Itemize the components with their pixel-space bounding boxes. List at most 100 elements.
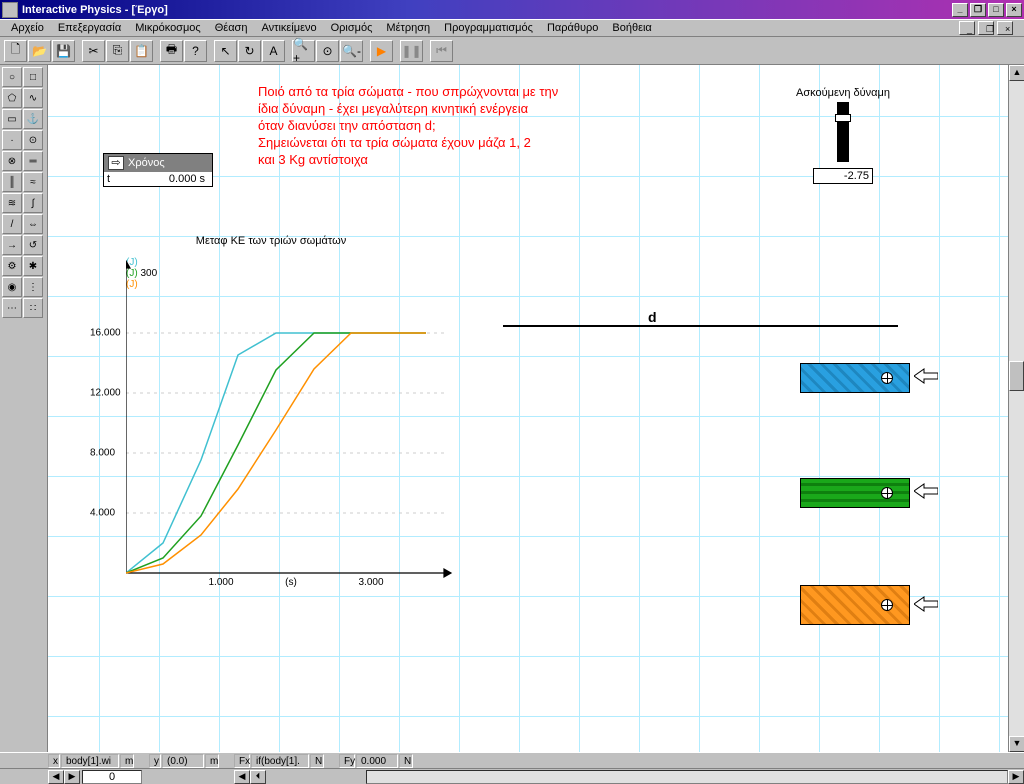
frame-number[interactable]: 0 bbox=[82, 770, 142, 784]
body-2[interactable] bbox=[800, 478, 910, 508]
ytick-4: 4.000 bbox=[90, 508, 115, 519]
text-tool[interactable]: A bbox=[262, 40, 285, 62]
time-expand-icon[interactable]: ⇨ bbox=[108, 156, 124, 170]
menu-script[interactable]: Προγραμματισμός bbox=[437, 20, 540, 36]
print-button[interactable]: 🖶 bbox=[160, 40, 183, 62]
ke-chart[interactable]: Μεταφ ΚΕ των τριών σωμάτων (J) (J) 300 (… bbox=[86, 235, 456, 605]
body-3[interactable] bbox=[800, 585, 910, 625]
status-x-unit: m bbox=[120, 754, 134, 768]
hscroll-step-left-button[interactable]: ⏴ bbox=[250, 770, 266, 784]
title-bar: Interactive Physics - [Έργο] _ ❐ □ × bbox=[0, 0, 1024, 19]
vslot-tool[interactable]: ║ bbox=[2, 172, 22, 192]
paste-button[interactable]: 📋 bbox=[130, 40, 153, 62]
hscroll-left-button[interactable]: ◀ bbox=[234, 770, 250, 784]
menu-define[interactable]: Ορισμός bbox=[324, 20, 380, 36]
pulley-tool[interactable]: ◉ bbox=[2, 277, 22, 297]
run-button[interactable]: ▶ bbox=[370, 40, 393, 62]
actuator-tool[interactable]: ⇔ bbox=[23, 214, 43, 234]
time-var: t bbox=[107, 173, 117, 185]
scroll-thumb[interactable] bbox=[1009, 361, 1024, 391]
force-slider-thumb[interactable] bbox=[835, 114, 851, 122]
doc-minimize-button[interactable]: _ bbox=[959, 21, 975, 35]
scroll-down-button[interactable]: ▼ bbox=[1009, 736, 1024, 752]
close-button[interactable]: × bbox=[1006, 3, 1022, 17]
time-meter[interactable]: ⇨ Χρόνος t 0.000 s bbox=[103, 153, 213, 187]
status-fy-label: Fy bbox=[339, 754, 355, 768]
rod-tool[interactable]: / bbox=[2, 214, 22, 234]
misc-tool-2[interactable]: ⋯ bbox=[2, 298, 22, 318]
doc-restore-button[interactable]: ❐ bbox=[978, 21, 994, 35]
menu-object[interactable]: Αντικείμενο bbox=[254, 20, 323, 36]
time-label: Χρόνος bbox=[128, 157, 165, 169]
restore-button[interactable]: ❐ bbox=[970, 3, 986, 17]
ytick-12: 12.000 bbox=[90, 388, 121, 399]
force-arrow-body-3[interactable] bbox=[914, 595, 938, 613]
cut-button[interactable]: ✂ bbox=[82, 40, 105, 62]
rotate-tool[interactable]: ↻ bbox=[238, 40, 261, 62]
anchor-tool[interactable]: ⚓ bbox=[23, 109, 43, 129]
chart-title: Μεταφ ΚΕ των τριών σωμάτων bbox=[86, 235, 456, 247]
menu-measure[interactable]: Μέτρηση bbox=[379, 20, 437, 36]
joint-tool[interactable]: ⊗ bbox=[2, 151, 22, 171]
open-button[interactable]: 📂 bbox=[28, 40, 51, 62]
square-tool[interactable]: □ bbox=[23, 67, 43, 87]
status-y-value: (0.0) bbox=[162, 754, 204, 768]
help-button[interactable]: ? bbox=[184, 40, 207, 62]
zoom-fit-button[interactable]: ⊙ bbox=[316, 40, 339, 62]
misc-tool-1[interactable]: ⋮ bbox=[23, 277, 43, 297]
misc-tool-3[interactable]: ∷ bbox=[23, 298, 43, 318]
time-value: 0.000 s bbox=[117, 173, 209, 185]
force-control: Ασκούμενη δύναμη -2.75 bbox=[788, 87, 898, 184]
force-tool[interactable]: → bbox=[2, 235, 22, 255]
ytick-8: 8.000 bbox=[90, 448, 115, 459]
doc-close-button[interactable]: × bbox=[997, 21, 1013, 35]
zoom-out-button[interactable]: 🔍- bbox=[340, 40, 363, 62]
force-slider[interactable] bbox=[837, 102, 849, 162]
menu-file[interactable]: Αρχείο bbox=[4, 20, 51, 36]
frame-next-button[interactable]: ▶ bbox=[64, 770, 80, 784]
torque-tool[interactable]: ↺ bbox=[23, 235, 43, 255]
rect-tool[interactable]: ▭ bbox=[2, 109, 22, 129]
minimize-button[interactable]: _ bbox=[952, 3, 968, 17]
force-value[interactable]: -2.75 bbox=[813, 168, 873, 184]
problem-text: Ποιό από τα τρία σώματα - που σπρώχνοντα… bbox=[258, 83, 628, 168]
pause-button[interactable]: ❚❚ bbox=[400, 40, 423, 62]
arrow-tool[interactable]: ↖ bbox=[214, 40, 237, 62]
polygon-tool[interactable]: ⬠ bbox=[2, 88, 22, 108]
spring-tool[interactable]: ≈ bbox=[23, 172, 43, 192]
force-arrow-body-1[interactable] bbox=[914, 367, 938, 385]
scroll-track[interactable] bbox=[1009, 81, 1024, 736]
frame-prev-button[interactable]: ◀ bbox=[48, 770, 64, 784]
status-fx-unit: N bbox=[310, 754, 324, 768]
reset-button[interactable]: ⏮ bbox=[430, 40, 453, 62]
body-1[interactable] bbox=[800, 363, 910, 393]
maximize-button[interactable]: □ bbox=[988, 3, 1004, 17]
point-tool[interactable]: · bbox=[2, 130, 22, 150]
menu-window[interactable]: Παράθυρο bbox=[540, 20, 605, 36]
status-y-label: y bbox=[149, 754, 161, 768]
force-arrow-body-2[interactable] bbox=[914, 482, 938, 500]
zoom-in-button[interactable]: 🔍+ bbox=[292, 40, 315, 62]
hscroll-track[interactable] bbox=[366, 770, 1008, 784]
menu-help[interactable]: Βοήθεια bbox=[605, 20, 658, 36]
status-fx-label: Fx bbox=[234, 754, 250, 768]
vertical-scrollbar[interactable]: ▲ ▼ bbox=[1008, 65, 1024, 752]
canvas[interactable]: Ποιό από τα τρία σώματα - που σπρώχνοντα… bbox=[48, 65, 1008, 752]
motor-tool[interactable]: ⚙ bbox=[2, 256, 22, 276]
rope-tool[interactable]: ∫ bbox=[23, 193, 43, 213]
menu-world[interactable]: Μικρόκοσμος bbox=[128, 20, 208, 36]
slot-tool[interactable]: ═ bbox=[23, 151, 43, 171]
menu-edit[interactable]: Επεξεργασία bbox=[51, 20, 128, 36]
save-button[interactable]: 💾 bbox=[52, 40, 75, 62]
damper-tool[interactable]: ≋ bbox=[2, 193, 22, 213]
new-button[interactable]: 🗋 bbox=[4, 40, 27, 62]
gear-tool[interactable]: ✱ bbox=[23, 256, 43, 276]
hscroll-right-button[interactable]: ▶ bbox=[1008, 770, 1024, 784]
copy-button[interactable]: ⎘ bbox=[106, 40, 129, 62]
scroll-up-button[interactable]: ▲ bbox=[1009, 65, 1024, 81]
menu-view[interactable]: Θέαση bbox=[208, 20, 255, 36]
curve-tool[interactable]: ∿ bbox=[23, 88, 43, 108]
pin-tool[interactable]: ⊙ bbox=[23, 130, 43, 150]
status-x-value: body[1].wi bbox=[61, 754, 119, 768]
circle-tool[interactable]: ○ bbox=[2, 67, 22, 87]
